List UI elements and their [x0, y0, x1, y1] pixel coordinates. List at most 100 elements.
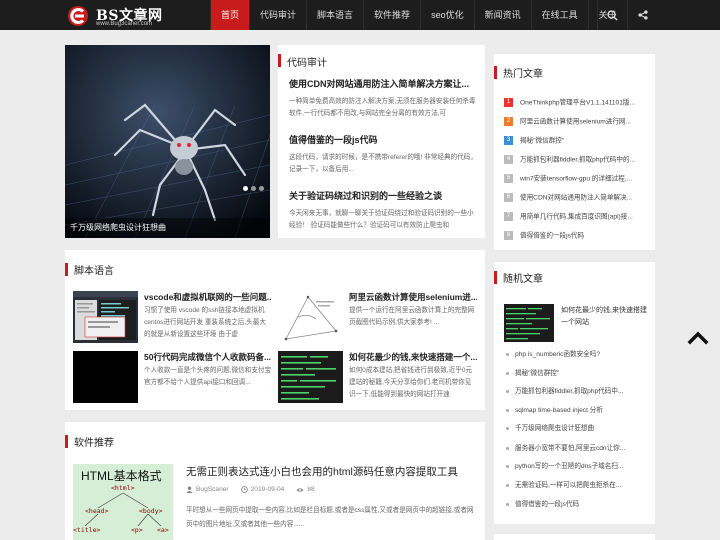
article-link[interactable]: 阿里云函数计算使用selenium进行网...: [520, 118, 631, 125]
list-item[interactable]: 如何花最少的钱,来快速搭建一个... 如何0成本建站,把省钱进行到极致,近乎0元…: [278, 351, 478, 403]
article-title[interactable]: 阿里云函数计算使用selenium进...: [349, 291, 477, 303]
list-item[interactable]: 50行代码完成微信个人收款码备... 个人收款一直是个头疼的问题,微信和支付宝官…: [73, 351, 273, 403]
tree-node: <a>: [157, 526, 169, 534]
article-link[interactable]: 万能抓包利器fiddler,抓取php代码中...: [515, 388, 623, 395]
article-title[interactable]: 如何花最少的钱,来快速搭建一个...: [349, 351, 477, 363]
slider-dot-1[interactable]: [243, 186, 248, 191]
list-item[interactable]: 值得借鉴的一段js代码: [506, 500, 656, 510]
article-link[interactable]: 无需验证码,一样可以把爬虫拒杀在...: [515, 482, 621, 489]
nav-item-software[interactable]: 软件推荐: [363, 0, 420, 30]
list-item[interactable]: 千万级网络爬虫设计狂想曲: [506, 424, 656, 434]
section-title[interactable]: 随机文章: [503, 270, 543, 285]
random-articles-panel: 随机文章 如何花最少的钱,来快速搭建一个网站 php is_numberic函数…: [494, 262, 655, 524]
share-icon: [637, 10, 648, 20]
article-link[interactable]: python写的一个丑陋的dns子域名扫...: [515, 463, 623, 470]
list-item[interactable]: 3 揭秘"微信群控": [504, 136, 654, 150]
list-item[interactable]: 4 万能抓包利器fiddler,抓取php代码中的...: [504, 155, 654, 169]
article-title[interactable]: 50行代码完成微信个人收款码备...: [144, 351, 272, 363]
rank-badge: 4: [504, 155, 513, 164]
article-link[interactable]: php is_numberic函数安全吗?: [515, 351, 600, 358]
article-thumbnail[interactable]: [278, 351, 343, 403]
slider-dot-2[interactable]: [251, 186, 256, 191]
nav-item-home[interactable]: 首页: [210, 0, 250, 30]
article-thumbnail[interactable]: [73, 291, 138, 343]
article-link[interactable]: 使用CDN对网站通用防注入简单解决...: [520, 194, 632, 201]
list-item[interactable]: 万能抓包利器fiddler,抓取php代码中...: [506, 387, 656, 397]
bullet-icon: [506, 483, 509, 487]
rank-badge: 3: [504, 136, 513, 145]
nav-item-seo[interactable]: seo优化: [420, 0, 474, 30]
article-link[interactable]: 服务器小宽带不要怕,阿里云cdn让你...: [515, 445, 625, 452]
bullet-icon: [506, 502, 509, 506]
scripts-panel: 脚本语言 vscode和虚拟机联网的一些问题... 习惯了使用 vscode 的…: [65, 250, 485, 410]
rank-badge: 2: [504, 117, 513, 126]
section-title[interactable]: 热门文章: [503, 65, 543, 80]
article-link[interactable]: 万能抓包利器fiddler,抓取php代码中的...: [520, 156, 635, 163]
article-link[interactable]: 值得借鉴的一段js代码: [520, 232, 584, 239]
nav-item-tools[interactable]: 在线工具: [530, 0, 588, 30]
tree-node: <head>: [85, 507, 109, 515]
slider-caption[interactable]: 千万级网络爬虫设计狂想曲: [65, 218, 270, 238]
section-accent: [494, 66, 497, 79]
list-item[interactable]: 无需验证码,一样可以把爬虫拒杀在...: [506, 481, 656, 491]
list-item[interactable]: 揭秘"微信群控": [506, 369, 656, 379]
rank-badge: 6: [504, 193, 513, 202]
random-top-title[interactable]: 如何花最少的钱,来快速搭建一个网站: [561, 305, 649, 329]
list-item[interactable]: 6 使用CDN对网站通用防注入简单解决...: [504, 193, 654, 207]
slider-dot-3[interactable]: [259, 186, 264, 191]
article-link[interactable]: 值得借鉴的一段js代码: [515, 501, 579, 508]
list-item[interactable]: sqlmap time-based inject 分析: [506, 406, 656, 416]
list-item[interactable]: 阿里云函数计算使用selenium进... 提供一个运行在阿里云函数计算上的完整…: [278, 291, 478, 343]
back-to-top-button[interactable]: [686, 328, 710, 346]
article-link[interactable]: 揭秘"微信群控": [520, 137, 564, 144]
article-thumbnail[interactable]: [278, 291, 343, 343]
share-button[interactable]: [627, 0, 657, 30]
list-item[interactable]: 2 阿里云函数计算使用selenium进行网...: [504, 117, 654, 131]
software-thumbnail[interactable]: HTML基本格式 <html> <head> <body> <title> <p…: [73, 464, 173, 540]
section-title[interactable]: 代码审计: [287, 54, 327, 69]
feature-article: 值得借鉴的一段js代码 这段代码，请求的时候，是不携带referer的哦! 非常…: [289, 133, 479, 176]
article-title[interactable]: 无需正则表达式连小白也会用的html源码任意内容提取工具: [186, 464, 458, 479]
article-link[interactable]: sqlmap time-based inject 分析: [515, 407, 603, 414]
list-item[interactable]: 1 OneThinkphp管理平台V1.1.141101版...: [504, 98, 654, 112]
article-link[interactable]: 用简单几行代码,集成百度识图(api)接...: [520, 213, 633, 220]
section-title[interactable]: 脚本语言: [74, 262, 114, 277]
nav-item-scripts[interactable]: 脚本语言: [306, 0, 363, 30]
software-panel: 软件推荐 HTML基本格式 <html> <head> <body> <titl…: [65, 422, 485, 540]
list-item[interactable]: 5 win7安装tensorflow-gpu 的详细过程,...: [504, 174, 654, 188]
list-item[interactable]: php is_numberic函数安全吗?: [506, 350, 656, 360]
list-item[interactable]: vscode和虚拟机联网的一些问题... 习惯了使用 vscode 的ssh链接…: [73, 291, 273, 343]
article-link[interactable]: OneThinkphp管理平台V1.1.141101版...: [520, 99, 635, 106]
author-name[interactable]: BugScaner: [196, 486, 229, 493]
slider-image: [65, 45, 270, 238]
thumbnail-image: [278, 291, 343, 343]
bullet-icon: [506, 389, 509, 393]
feature-article: 关于验证码绕过和识别的一些经验之谈 今天闲来无事，就聊一聊关于验证码绕过和验证码…: [289, 189, 479, 232]
article-title[interactable]: 值得借鉴的一段js代码: [289, 133, 479, 146]
bullet-icon: [506, 408, 509, 412]
hot-header: 热门文章: [494, 54, 655, 92]
nav-item-news[interactable]: 新闻资讯: [473, 0, 531, 30]
random-top-thumbnail[interactable]: [504, 304, 554, 342]
section-title[interactable]: 软件推荐: [74, 434, 114, 449]
article-summary: 一种简单免费高效的防注入解决方案,无须在服务器安装任何杀毒软件,一行代码都不用改…: [289, 98, 476, 117]
article-thumbnail[interactable]: [73, 351, 138, 403]
bullet-icon: [506, 446, 509, 450]
article-title[interactable]: 使用CDN对网站通用防注入简单解决方案让...: [289, 77, 479, 90]
list-item[interactable]: 服务器小宽带不要怕,阿里云cdn让你...: [506, 444, 656, 454]
article-link[interactable]: win7安装tensorflow-gpu 的详细过程,...: [520, 175, 632, 182]
article-link[interactable]: 揭秘"微信群控": [515, 370, 559, 377]
rank-badge: 8: [504, 231, 513, 240]
list-item[interactable]: 7 用简单几行代码,集成百度识图(api)接...: [504, 212, 654, 226]
search-button[interactable]: [597, 0, 627, 30]
article-title[interactable]: 关于验证码绕过和识别的一些经验之谈: [289, 189, 479, 202]
list-item[interactable]: 8 值得借鉴的一段js代码: [504, 231, 654, 245]
thumbnail-image: [278, 351, 343, 403]
list-item[interactable]: python写的一个丑陋的dns子域名扫...: [506, 462, 656, 472]
nav-item-code-audit[interactable]: 代码审计: [249, 0, 306, 30]
featured-slider[interactable]: 千万级网络爬虫设计狂想曲: [65, 45, 270, 238]
site-logo[interactable]: BS文章网 www.Bug3caner.com: [66, 4, 206, 28]
article-summary: 提供一个运行在阿里云函数计算上的完整网页截图代码示例,供大家参考! ...: [349, 307, 475, 326]
article-link[interactable]: 千万级网络爬虫设计狂想曲: [515, 425, 594, 432]
article-title[interactable]: vscode和虚拟机联网的一些问题...: [144, 291, 272, 303]
